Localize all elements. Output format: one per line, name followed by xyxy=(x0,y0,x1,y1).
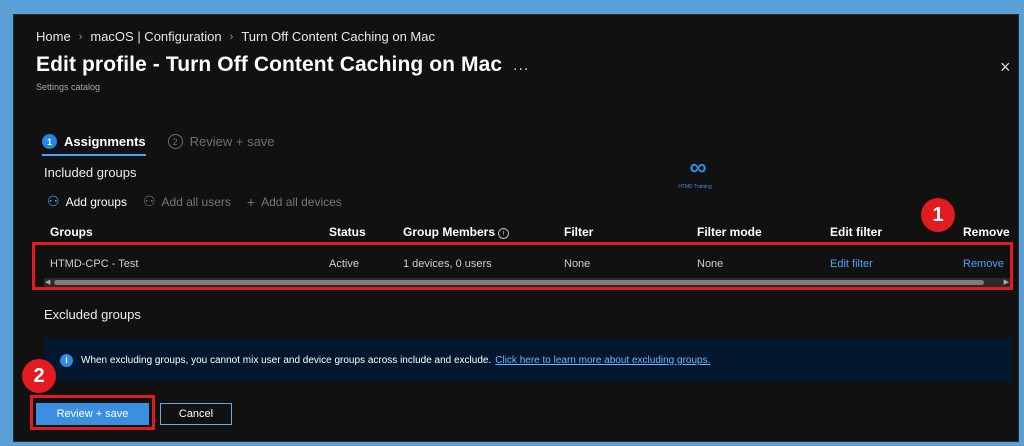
info-icon[interactable]: i xyxy=(498,228,510,239)
column-remove: Remove xyxy=(963,225,1010,239)
excluded-groups-heading: Excluded groups xyxy=(44,307,141,322)
wizard-steps: 1 Assignments 2 Review + save xyxy=(42,127,275,156)
review-save-button[interactable]: Review + save xyxy=(36,403,149,425)
edit-profile-panel: Home › macOS | Configuration › Turn Off … xyxy=(13,14,1019,442)
add-all-users-label: Add all users xyxy=(161,194,231,209)
column-status: Status xyxy=(329,225,366,239)
chevron-right-icon: › xyxy=(229,30,234,43)
people-icon: ⚇ xyxy=(142,193,156,209)
logo-text: HTMD Training xyxy=(678,184,712,190)
person-icon: ⚇ xyxy=(47,193,60,209)
learn-more-link[interactable]: Click here to learn more about excluding… xyxy=(495,355,710,366)
included-groups-heading: Included groups xyxy=(44,165,137,180)
htmd-logo: ∞ HTMD Training xyxy=(672,154,718,191)
page-subtitle: Settings catalog xyxy=(36,82,101,92)
tab-assignments[interactable]: 1 Assignments xyxy=(42,134,146,156)
add-all-devices-button[interactable]: + Add all devices xyxy=(247,194,342,210)
breadcrumb-configuration[interactable]: macOS | Configuration xyxy=(90,29,221,44)
add-all-users-button[interactable]: ⚇ Add all users xyxy=(143,193,231,210)
breadcrumb: Home › macOS | Configuration › Turn Off … xyxy=(36,29,435,44)
info-icon: i xyxy=(60,353,73,367)
column-edit-filter: Edit filter xyxy=(830,225,883,239)
plus-icon: + xyxy=(246,193,256,210)
cancel-button[interactable]: Cancel xyxy=(160,403,232,425)
groups-table-header: Groups Status Group Members i Filter Filt… xyxy=(14,225,1020,241)
column-filter: Filter xyxy=(564,225,594,239)
step-label: Assignments xyxy=(64,134,146,149)
add-all-devices-label: Add all devices xyxy=(261,194,342,209)
column-group-members: Group Members i xyxy=(403,225,510,239)
step-number-icon: 2 xyxy=(167,134,183,149)
tab-review-save[interactable]: 2 Review + save xyxy=(167,134,275,149)
breadcrumb-profile[interactable]: Turn Off Content Caching on Mac xyxy=(241,29,435,44)
annotation-badge-2: 2 xyxy=(22,359,56,393)
column-filter-mode: Filter mode xyxy=(697,225,762,239)
column-groups: Groups xyxy=(50,225,93,239)
column-group-members-label: Group Members xyxy=(403,225,496,239)
more-options-icon[interactable]: ... xyxy=(513,57,529,75)
info-banner-text: When excluding groups, you cannot mix us… xyxy=(81,354,492,366)
add-groups-label: Add groups xyxy=(65,194,127,209)
step-label: Review + save xyxy=(189,134,275,149)
step-number-icon: 1 xyxy=(42,134,57,149)
chevron-right-icon: › xyxy=(78,30,83,43)
close-icon[interactable]: × xyxy=(1000,57,1011,78)
row-highlight-box xyxy=(32,242,1013,290)
logo-mark-icon: ∞ xyxy=(689,154,706,181)
page-title: Edit profile - Turn Off Content Caching … xyxy=(36,53,503,76)
annotation-badge-1: 1 xyxy=(921,198,955,232)
breadcrumb-home[interactable]: Home xyxy=(36,29,71,44)
info-banner: i When excluding groups, you cannot mix … xyxy=(44,338,1012,382)
included-groups-toolbar: ⚇ Add groups ⚇ Add all users + Add all d… xyxy=(47,193,342,210)
add-groups-button[interactable]: ⚇ Add groups xyxy=(47,193,127,210)
